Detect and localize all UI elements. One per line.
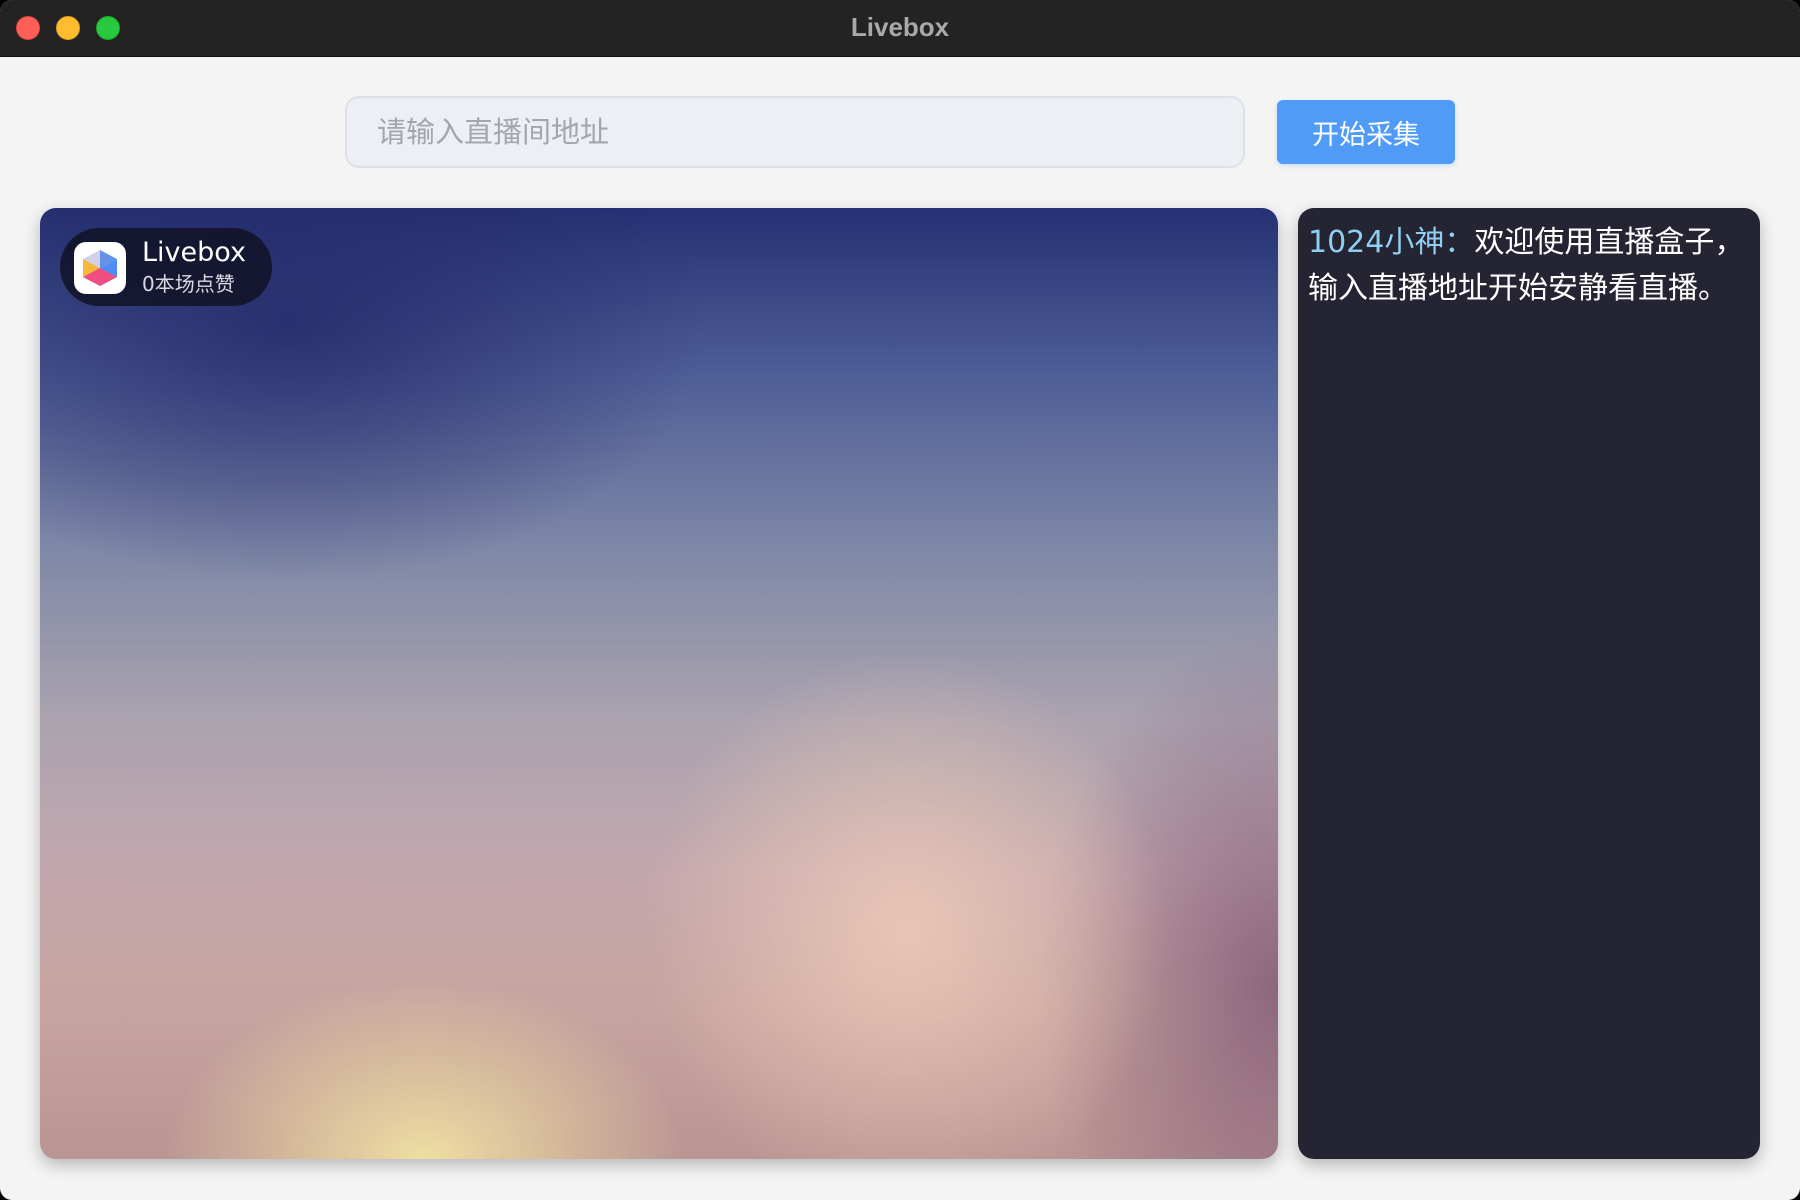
- comment-item: 1024小神：欢迎使用直播盒子，输入直播地址开始安静看直播。: [1308, 220, 1748, 312]
- live-video-panel: Livebox 0本场点赞: [40, 208, 1278, 1159]
- livebox-cube-icon: [74, 242, 126, 294]
- live-like-count: 0本场点赞: [142, 272, 235, 296]
- comments-panel: 1024小神：欢迎使用直播盒子，输入直播地址开始安静看直播。: [1298, 208, 1760, 1159]
- live-app-name: Livebox: [142, 237, 246, 268]
- live-room-url-input[interactable]: [345, 96, 1245, 168]
- live-room-badge: Livebox 0本场点赞: [60, 228, 272, 306]
- window-title: Livebox: [850, 12, 950, 42]
- livebox-window: Livebox 开始采集 Livebox 0本场点赞 1024小神：欢迎使用直播…: [0, 0, 1800, 1200]
- start-collection-button[interactable]: 开始采集: [1277, 100, 1455, 164]
- title-bar: Livebox: [0, 0, 1800, 57]
- comment-username: 1024小神：: [1308, 225, 1475, 260]
